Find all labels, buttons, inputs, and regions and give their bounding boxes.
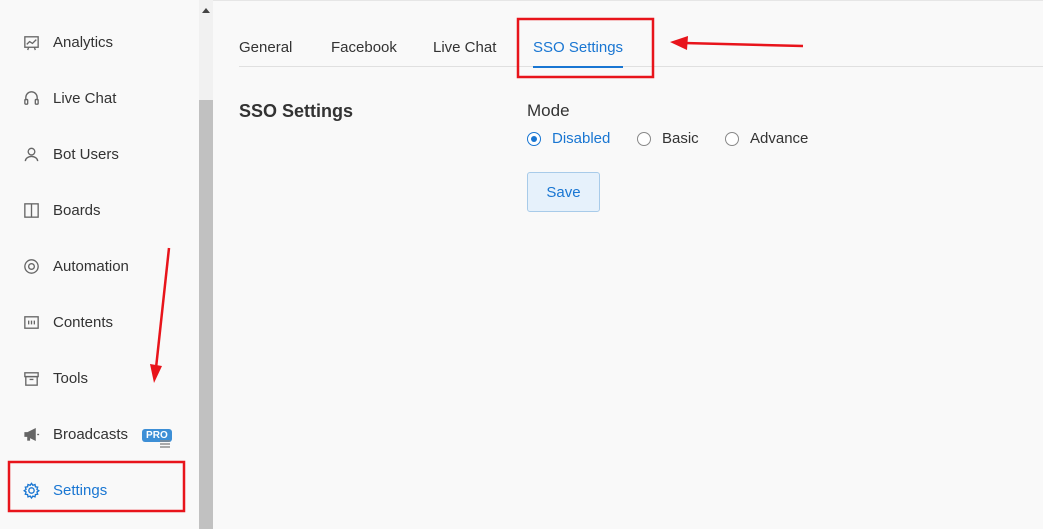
save-button[interactable]: Save [527,172,600,212]
sidebar-item-analytics[interactable]: Analytics [22,30,113,54]
board-icon [22,201,41,220]
sidebar-scrollbar[interactable] [199,0,213,529]
scroll-up-arrow-icon[interactable] [202,8,210,13]
tab-sso-settings[interactable]: SSO Settings [533,39,624,68]
sidebar-item-contents[interactable]: Contents [22,310,113,334]
radio-checked-icon[interactable] [527,131,541,146]
section-title: SSO Settings [239,101,354,121]
radio-unchecked-icon[interactable] [725,131,739,146]
main-content: General Facebook Live Chat SSO Settings … [213,0,1043,529]
radio-label: Disabled [552,130,611,147]
mode-label: Mode [527,101,570,120]
app-window: Analytics Live Chat Bot Users Boards Aut… [0,0,1043,529]
sidebar-item-tools[interactable]: Tools [22,366,88,390]
lifebuoy-icon [22,257,41,276]
radio-label: Basic [662,130,699,147]
gear-icon [22,481,41,500]
tab-general[interactable]: General [239,39,292,67]
mode-radio-disabled[interactable]: Disabled [527,130,610,147]
sidebar-item-label: Analytics [53,33,114,51]
mode-radio-basic[interactable]: Basic [637,130,699,147]
sidebar-item-label: Live Chat [53,89,117,107]
sidebar-item-label: Tools [53,369,89,387]
sidebar-item-label: Settings [53,481,108,499]
headset-icon [22,89,41,108]
list-menu-icon[interactable] [158,437,172,451]
chart-icon [22,33,41,52]
sidebar-item-label: Automation [53,257,129,275]
sidebar-item-settings[interactable]: Settings [22,478,107,502]
sidebar-item-broadcasts[interactable]: Broadcasts PRO [22,422,172,446]
megaphone-icon [22,425,41,444]
tab-bar: General Facebook Live Chat SSO Settings [239,39,1043,68]
radio-unchecked-icon[interactable] [637,131,651,146]
sidebar-item-bot-users[interactable]: Bot Users [22,142,119,166]
contents-icon [22,313,41,332]
radio-label: Advance [750,130,809,147]
tab-live-chat[interactable]: Live Chat [433,39,496,67]
sidebar-item-live-chat[interactable]: Live Chat [22,86,116,110]
mode-radio-advance[interactable]: Advance [725,130,808,147]
sidebar-item-label: Contents [53,313,114,331]
scroll-thumb[interactable] [199,100,213,529]
sidebar-item-label: Broadcasts [53,425,129,443]
sidebar-item-boards[interactable]: Boards [22,198,101,222]
sidebar-item-label: Bot Users [53,145,119,163]
sidebar-item-label: Boards [53,201,101,219]
tab-facebook[interactable]: Facebook [331,39,397,67]
user-icon [22,145,41,164]
sidebar-item-automation[interactable]: Automation [22,254,129,278]
archive-icon [22,369,41,388]
sidebar: Analytics Live Chat Bot Users Boards Aut… [0,0,200,529]
